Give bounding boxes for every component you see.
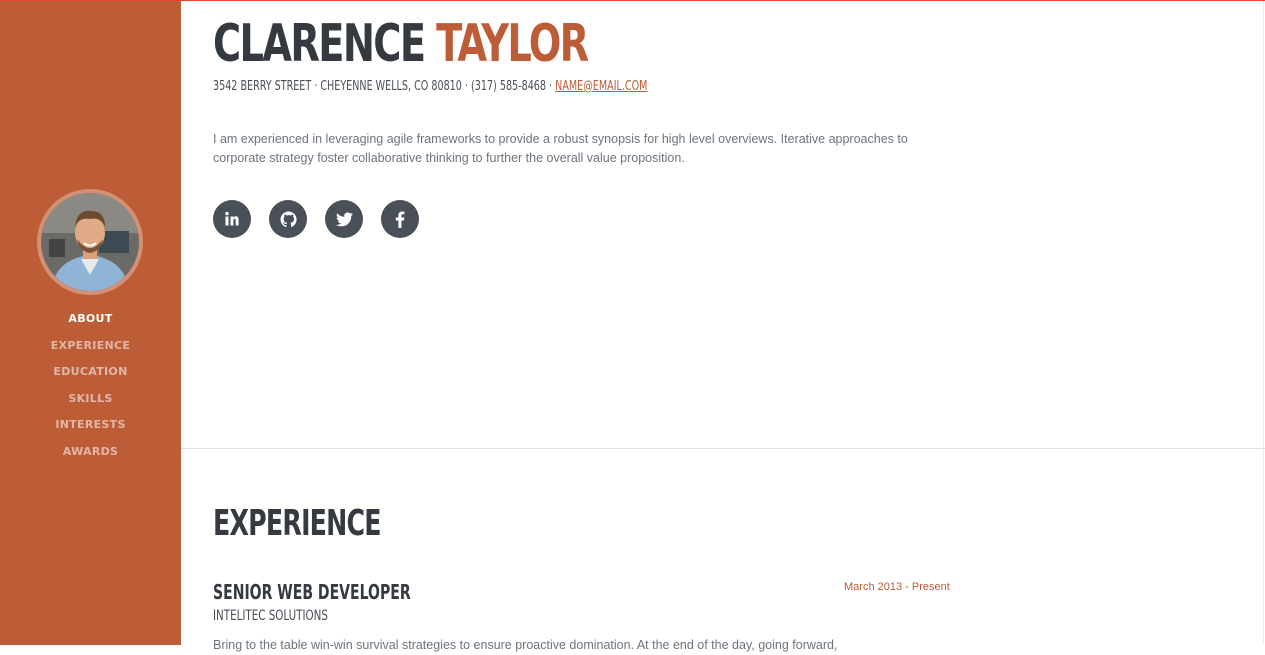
- avatar: [37, 189, 143, 295]
- job-description: Bring to the table win-win survival stra…: [213, 638, 838, 652]
- nav-item-skills[interactable]: SKILLS: [0, 391, 181, 418]
- job-company: INTELITEC SOLUTIONS: [213, 608, 328, 624]
- nav-item-education[interactable]: EDUCATION: [0, 364, 181, 391]
- experience-heading: EXPERIENCE: [213, 503, 382, 544]
- job-date: March 2013 - Present: [844, 581, 950, 593]
- twitter-icon: [335, 211, 353, 226]
- section-divider: [181, 448, 1265, 449]
- github-link[interactable]: [269, 200, 307, 238]
- contact-line: 3542 BERRY STREET · CHEYENNE WELLS, CO 8…: [213, 78, 647, 96]
- address-text: 3542 BERRY STREET · CHEYENNE WELLS, CO 8…: [213, 79, 553, 94]
- nav-item-awards[interactable]: AWARDS: [0, 444, 181, 471]
- facebook-icon: [395, 210, 405, 228]
- top-accent-line: [0, 0, 1265, 1]
- last-name: TAYLOR: [436, 14, 589, 74]
- nav-item-interests[interactable]: INTERESTS: [0, 417, 181, 444]
- github-icon: [280, 211, 297, 227]
- social-links: [213, 200, 419, 238]
- main-content: CLARENCE TAYLOR 3542 BERRY STREET · CHEY…: [181, 0, 1265, 652]
- linkedin-link[interactable]: [213, 200, 251, 238]
- nav-item-about[interactable]: ABOUT: [0, 311, 181, 338]
- twitter-link[interactable]: [325, 200, 363, 238]
- bio-text: I am experienced in leveraging agile fra…: [213, 132, 908, 165]
- facebook-link[interactable]: [381, 200, 419, 238]
- job-title: SENIOR WEB DEVELOPER: [213, 580, 411, 604]
- scroll-edge: [1263, 0, 1264, 645]
- sidebar-nav: ABOUT EXPERIENCE EDUCATION SKILLS INTERE…: [0, 311, 181, 471]
- email-link[interactable]: NAME@EMAIL.COM: [555, 79, 647, 94]
- nav-item-experience[interactable]: EXPERIENCE: [0, 338, 181, 365]
- first-name: CLARENCE: [213, 14, 426, 74]
- page-title: CLARENCE TAYLOR: [213, 12, 589, 76]
- sidebar: ABOUT EXPERIENCE EDUCATION SKILLS INTERE…: [0, 0, 181, 645]
- linkedin-icon: [225, 211, 239, 226]
